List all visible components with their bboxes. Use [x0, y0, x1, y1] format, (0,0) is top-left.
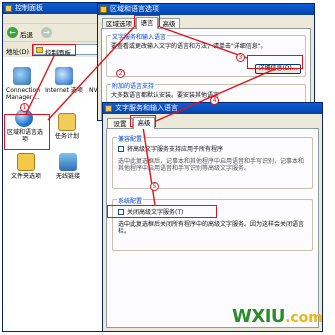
- text-services-dialog-title: 文字服务和输入语言: [115, 104, 178, 112]
- region-dialog-titlebar: 区域和语言选项: [98, 4, 314, 15]
- compat-checkbox[interactable]: [118, 146, 124, 152]
- internet-options-icon[interactable]: [55, 67, 73, 85]
- details-button[interactable]: 详细信息(D)...: [255, 64, 301, 74]
- text-services-panel: 兼容配置 将高级文字服务支持应用于所有程序 选中此复选框后，记事本和其他程序中启…: [106, 128, 319, 328]
- control-panel-title: 控制面板: [15, 4, 43, 12]
- supplemental-group-title: 附加的语言支持: [111, 81, 156, 90]
- system-group-title: 系统配置: [117, 196, 144, 205]
- compat-desc: 选中此复选框后，记事本和其他程序中启用语音和手写识别，记事本和其他程序中启用语音…: [118, 158, 305, 172]
- step-badge-4: 4: [210, 96, 219, 105]
- address-value: 控制面板: [45, 49, 71, 57]
- watermark: WXIU.com: [232, 306, 323, 330]
- wireless-link-icon[interactable]: [59, 153, 77, 171]
- compat-group-title: 兼容配置: [117, 134, 144, 143]
- icon-label-region-language[interactable]: 区域和语言选项: [5, 129, 45, 143]
- text-services-group: 文字服务和输入语言 要查看或更改输入文字的语言和方法，请单击"详细信息"。 详细…: [106, 32, 306, 77]
- icon-label-connection-manager[interactable]: Connection Manager ...: [3, 87, 43, 101]
- text-services-desc: 要查看或更改输入文字的语言和方法，请单击"详细信息"。: [111, 43, 267, 50]
- text-services-dialog-icon: [105, 105, 112, 112]
- region-dialog-title: 区域和语言选项: [110, 5, 159, 13]
- watermark-domain: .com: [285, 310, 323, 326]
- tab-languages[interactable]: 语言: [136, 17, 158, 29]
- turn-off-checkbox-label[interactable]: 关闭高级文字服务(T): [127, 209, 183, 216]
- folder-icon: [36, 47, 43, 53]
- folder-options-icon[interactable]: [17, 153, 35, 171]
- text-services-group-title: 文字服务和输入语言: [111, 32, 168, 41]
- supplemental-desc: 大多数语言都默认安装。要安装其他语言: [111, 92, 220, 99]
- system-config-group: 系统配置 关闭高级文字服务(T) 选中此复选框后关闭所有程序中的高级文字服务。因…: [112, 196, 313, 251]
- compat-config-group: 兼容配置 将高级文字服务支持应用于所有程序 选中此复选框后，记事本和其他程序中启…: [112, 134, 313, 189]
- forward-arrow-icon[interactable]: →: [41, 27, 52, 38]
- icon-label-folder-options[interactable]: 文件夹选项: [7, 173, 45, 180]
- back-button-label[interactable]: 后退: [20, 29, 33, 39]
- step-badge-1: 1: [20, 103, 29, 112]
- scheduled-tasks-icon[interactable]: [58, 113, 76, 131]
- address-label: 地址(D): [6, 48, 30, 56]
- step-badge-3: 3: [236, 53, 245, 62]
- icon-label-internet-options[interactable]: Internet 选项: [45, 87, 83, 94]
- control-panel-icon: [5, 5, 12, 12]
- watermark-brand: WXIU: [232, 306, 286, 327]
- compat-checkbox-label[interactable]: 将高级文字服务支持应用于所有程序: [127, 146, 223, 153]
- step-badge-5: 5: [150, 182, 159, 191]
- step-badge-2: 2: [116, 69, 125, 78]
- icon-label-wireless-link[interactable]: 无线链接: [49, 173, 87, 180]
- tab-advanced-text-services[interactable]: 高级: [133, 117, 155, 129]
- back-arrow-icon[interactable]: ←: [7, 27, 18, 38]
- region-dialog-icon: [100, 6, 107, 13]
- turn-off-advanced-text-services-checkbox[interactable]: [118, 209, 124, 215]
- connection-manager-icon[interactable]: [13, 67, 31, 85]
- text-services-dialog: 文字服务和输入语言 设置 高级 兼容配置 将高级文字服务支持应用于所有程序 选中…: [102, 102, 323, 332]
- system-desc: 选中此复选框后关闭所有程序中的高级文字服务。因为这样会关闭语言栏。: [118, 221, 305, 235]
- icon-label-scheduled-tasks[interactable]: 任务计划: [48, 133, 86, 140]
